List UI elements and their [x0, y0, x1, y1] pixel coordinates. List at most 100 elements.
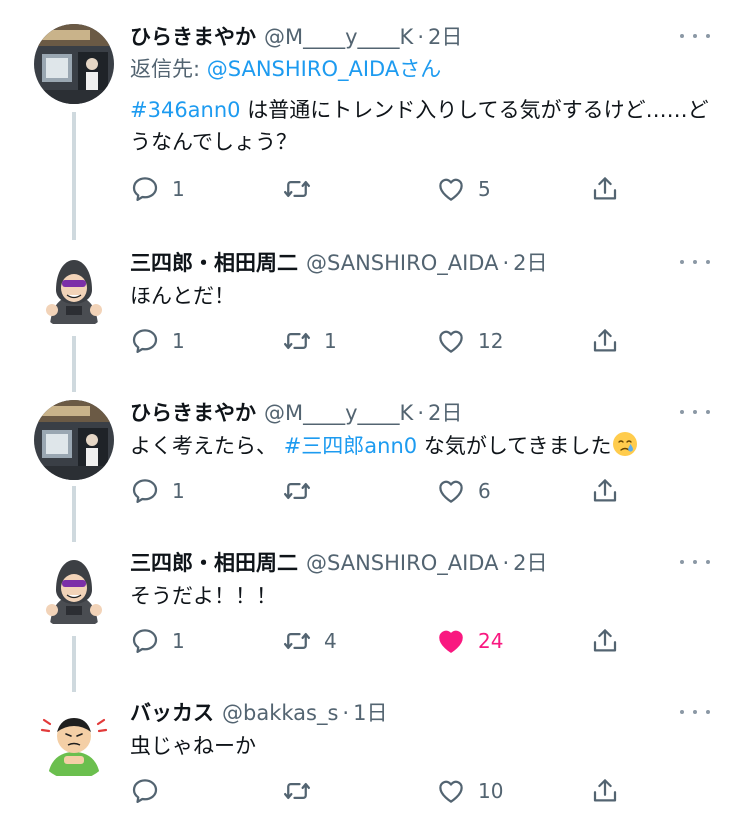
display-name[interactable]: ひらきまやか [130, 398, 256, 428]
avatar[interactable] [34, 700, 114, 780]
timestamp[interactable]: 2日 [513, 548, 547, 578]
retweet-icon [284, 783, 310, 799]
separator-dot: · [502, 251, 510, 275]
user-handle[interactable]: @M____y____K [264, 398, 413, 428]
retweet-count: 1 [324, 329, 337, 353]
tweet-actions: 1 1 12 [130, 324, 630, 358]
like-count: 5 [478, 177, 491, 201]
like-button[interactable]: 24 [436, 624, 503, 658]
tweet-text: 虫じゃねーか [130, 734, 256, 758]
tweet-actions: 10 [130, 774, 630, 808]
like-button[interactable]: 5 [436, 172, 491, 206]
retweet-button[interactable] [282, 774, 324, 808]
reply-button[interactable]: 1 [130, 474, 185, 508]
retweet-button[interactable] [282, 474, 324, 508]
reply-count: 1 [172, 177, 185, 201]
share-button[interactable] [590, 172, 620, 206]
reply-thread: ひらきまやか @M____y____K · 2日 返信先: @SANSHIRO_… [0, 0, 750, 815]
tweet[interactable]: ひらきまやか @M____y____K · 2日 よく考えたら、 #三四郎ann… [0, 380, 750, 530]
like-button[interactable]: 6 [436, 474, 491, 508]
share-button[interactable] [590, 324, 620, 358]
more-options-icon[interactable] [680, 252, 710, 272]
reply-count: 1 [172, 329, 185, 353]
retweet-button[interactable]: 4 [282, 624, 337, 658]
separator-dot: · [417, 25, 425, 49]
replying-to: 返信先: @SANSHIRO_AIDAさん [130, 54, 710, 84]
share-button[interactable] [590, 624, 620, 658]
retweet-icon [284, 633, 310, 649]
avatar[interactable] [34, 24, 114, 104]
display-name[interactable]: 三四郎・相田周二 [130, 548, 298, 578]
timestamp[interactable]: 2日 [428, 22, 462, 52]
more-options-icon[interactable] [680, 702, 710, 722]
tweet-actions: 1 4 24 [130, 624, 630, 658]
retweet-icon [284, 181, 310, 197]
reply-icon [132, 177, 158, 201]
share-button[interactable] [590, 774, 620, 808]
tweet-actions: 1 6 [130, 474, 630, 508]
retweet-icon [284, 483, 310, 499]
like-icon [439, 178, 463, 201]
like-icon [439, 630, 463, 653]
more-options-icon[interactable] [680, 552, 710, 572]
tweet-text: よく考えたら、 #三四郎ann0 な気がしてきました [130, 430, 710, 462]
like-icon [439, 480, 463, 503]
reply-icon [132, 629, 158, 653]
like-button[interactable]: 10 [436, 774, 503, 808]
retweet-button[interactable] [282, 172, 324, 206]
like-count: 6 [478, 479, 491, 503]
reply-count: 1 [172, 629, 185, 653]
crying-face-emoji [612, 432, 637, 456]
tweet[interactable]: 三四郎・相田周二 @SANSHIRO_AIDA · 2日 ほんとだ！ 1 1 1… [0, 230, 750, 380]
separator-dot: · [502, 551, 510, 575]
hashtag-link[interactable]: #346ann0 [130, 98, 241, 122]
separator-dot: · [342, 701, 350, 725]
reply-icon [132, 479, 158, 503]
display-name[interactable]: ひらきまやか [130, 22, 256, 52]
reply-button[interactable]: 1 [130, 624, 185, 658]
tweet-actions: 1 5 [130, 172, 630, 206]
avatar[interactable] [34, 400, 114, 480]
like-icon [439, 330, 463, 353]
like-icon [439, 780, 463, 803]
avatar[interactable] [34, 550, 114, 630]
tweet-text-body: な気がしてきました [417, 434, 612, 458]
user-handle[interactable]: @SANSHIRO_AIDA [306, 548, 498, 578]
mention-link[interactable]: @SANSHIRO_AIDAさん [207, 57, 441, 81]
tweet[interactable]: ひらきまやか @M____y____K · 2日 返信先: @SANSHIRO_… [0, 0, 750, 230]
more-options-icon[interactable] [680, 402, 710, 422]
display-name[interactable]: バッカス [130, 698, 214, 728]
tweet-text: そうだよ！！！ [130, 584, 277, 608]
retweet-count: 4 [324, 629, 337, 653]
timestamp[interactable]: 1日 [353, 698, 387, 728]
reply-button[interactable]: 1 [130, 324, 185, 358]
avatar[interactable] [34, 250, 114, 330]
retweet-button[interactable]: 1 [282, 324, 337, 358]
replying-to-label: 返信先: [130, 57, 207, 81]
tweet-text-body: よく考えたら、 [130, 434, 284, 458]
share-icon [593, 177, 617, 200]
tweet[interactable]: バッカス @bakkas_s · 1日 虫じゃねーか 10 [0, 680, 750, 815]
more-options-icon[interactable] [680, 26, 710, 46]
display-name[interactable]: 三四郎・相田周二 [130, 248, 298, 278]
share-icon [593, 329, 617, 352]
reply-button[interactable]: 1 [130, 172, 185, 206]
like-count: 12 [478, 329, 504, 353]
share-icon [593, 479, 617, 502]
share-button[interactable] [590, 474, 620, 508]
user-handle[interactable]: @bakkas_s [222, 698, 338, 728]
timestamp[interactable]: 2日 [428, 398, 462, 428]
user-handle[interactable]: @M____y____K [264, 22, 413, 52]
like-button[interactable]: 12 [436, 324, 503, 358]
timestamp[interactable]: 2日 [513, 248, 547, 278]
user-handle[interactable]: @SANSHIRO_AIDA [306, 248, 498, 278]
reply-button[interactable] [130, 774, 172, 808]
share-icon [593, 629, 617, 652]
tweet-text: #346ann0 は普通にトレンド入りしてる気がするけど……どうなんでしょう？ [130, 94, 710, 158]
hashtag-link[interactable]: #三四郎ann0 [284, 434, 417, 458]
like-count: 24 [478, 629, 504, 653]
tweet[interactable]: 三四郎・相田周二 @SANSHIRO_AIDA · 2日 そうだよ！！！ 1 4… [0, 530, 750, 680]
like-count: 10 [478, 779, 504, 803]
reply-icon [132, 779, 158, 803]
reply-count: 1 [172, 479, 185, 503]
